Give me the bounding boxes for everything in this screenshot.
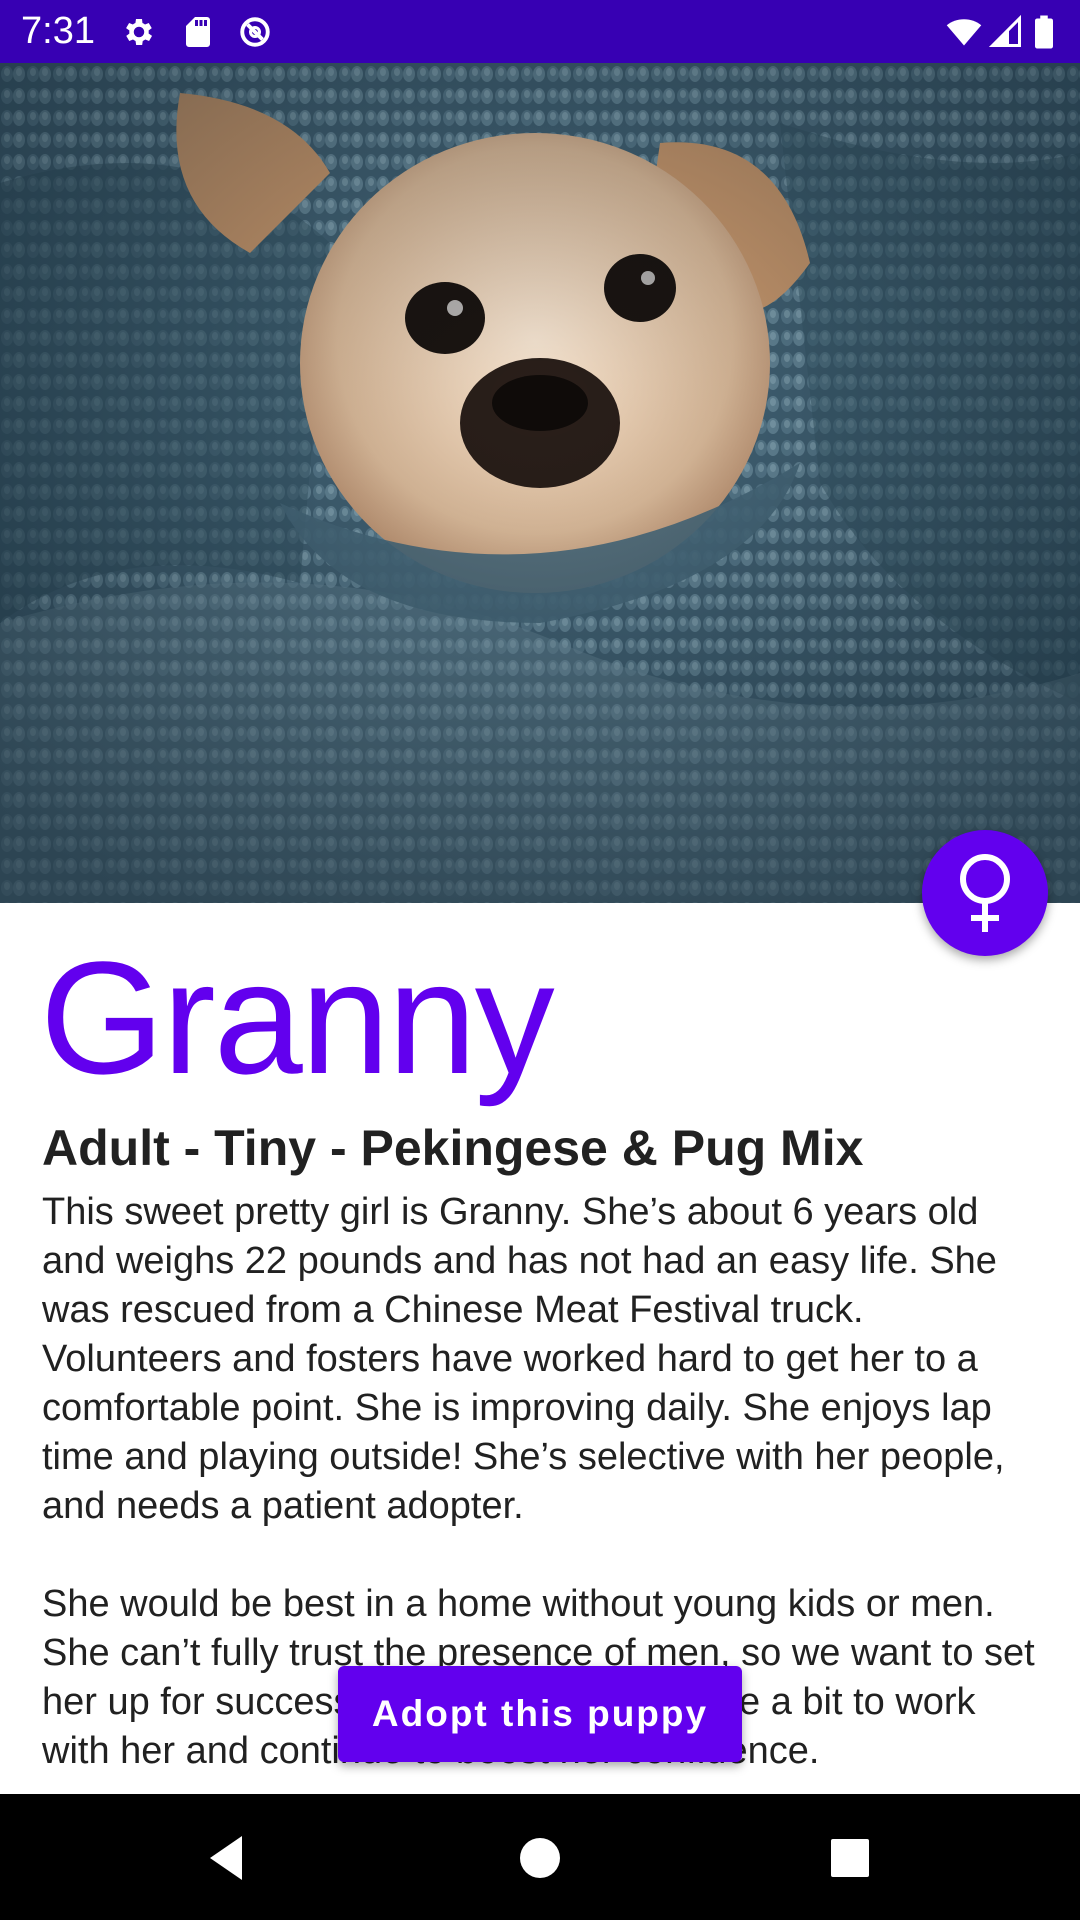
female-symbol-icon: [960, 854, 1010, 932]
back-icon[interactable]: [196, 1828, 256, 1888]
gender-female-button[interactable]: [922, 830, 1048, 956]
pet-name: Granny: [40, 928, 555, 1107]
adopt-button[interactable]: Adopt this puppy: [338, 1666, 742, 1762]
data-saver-icon: [237, 14, 273, 50]
battery-icon: [1030, 14, 1058, 50]
settings-icon: [121, 14, 157, 50]
description-paragraph: This sweet pretty girl is Granny. She’s …: [42, 1191, 1005, 1527]
recents-icon[interactable]: [820, 1828, 880, 1888]
cell-signal-icon: [988, 14, 1024, 50]
status-bar: 7:31: [0, 0, 1080, 63]
status-time: 7:31: [21, 10, 95, 52]
navigation-bar: [0, 1794, 1080, 1920]
wifi-icon: [944, 14, 984, 50]
hero-image: [0, 63, 1080, 903]
sd-card-icon: [180, 14, 216, 50]
pet-subtitle: Adult - Tiny - Pekingese & Pug Mix: [42, 1120, 864, 1176]
home-icon[interactable]: [510, 1828, 570, 1888]
